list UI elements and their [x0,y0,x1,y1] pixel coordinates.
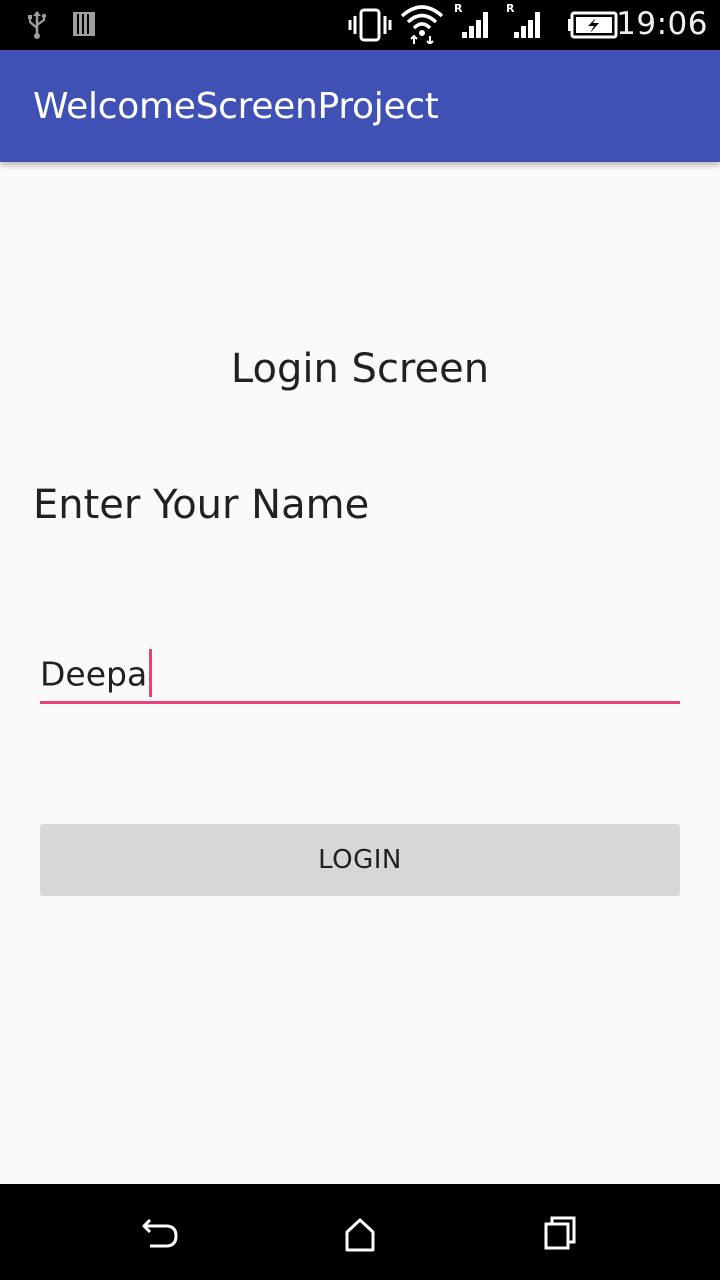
status-bar: R R 19:06 [0,0,720,50]
nav-bar [0,1184,720,1280]
battery-charging-icon [568,11,618,39]
text-cursor [149,649,153,697]
name-input-text: Deepa [40,654,148,694]
page-title: Login Screen [230,346,490,392]
status-time: 19:06 [616,6,708,42]
roaming-marker: R [506,2,515,15]
name-input-value: Deepa [40,649,153,700]
usb-icon [28,11,47,39]
name-input[interactable]: Deepa [40,640,680,704]
signal-icon: R [454,2,488,38]
home-icon[interactable] [330,1212,390,1256]
app-title: WelcomeScreenProject [33,86,439,127]
login-content: Login Screen Enter Your Name Deepa LOGIN [0,162,720,1184]
wifi-icon [400,5,444,44]
login-button[interactable]: LOGIN [40,824,680,896]
roaming-marker: R [454,2,463,15]
vibrate-icon [348,8,392,42]
name-label: Enter Your Name [33,482,370,528]
back-icon[interactable] [130,1212,190,1256]
recents-icon[interactable] [530,1212,590,1256]
signal-icon: R [506,2,540,38]
sim-card-icon [73,12,95,36]
app-bar: WelcomeScreenProject [0,50,720,162]
